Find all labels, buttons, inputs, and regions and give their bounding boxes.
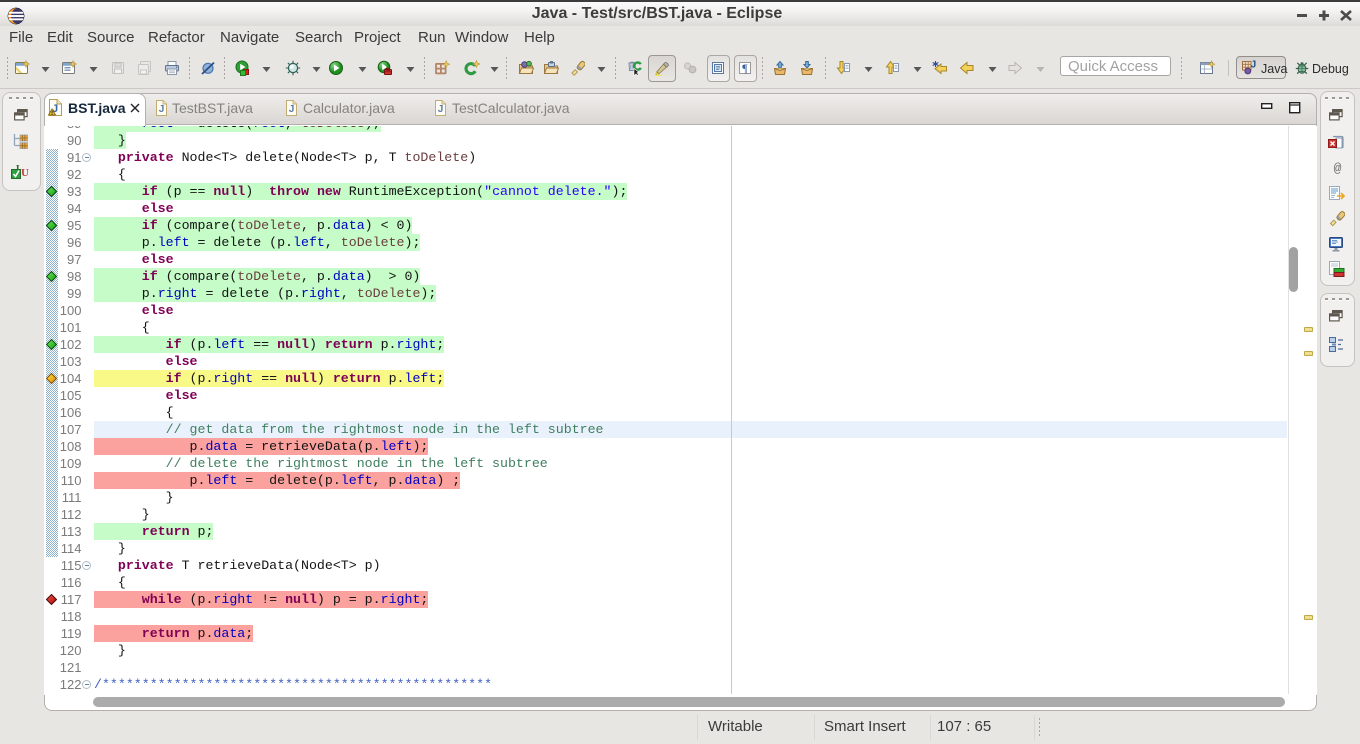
svg-text:U: U [21,167,29,179]
svg-text:J: J [159,104,165,115]
svg-text:J: J [438,104,444,115]
svg-text:J: J [289,104,295,115]
svg-text:¶: ¶ [742,61,748,75]
svg-text:@: @ [1334,161,1342,175]
svg-text:J: J [1251,60,1257,71]
